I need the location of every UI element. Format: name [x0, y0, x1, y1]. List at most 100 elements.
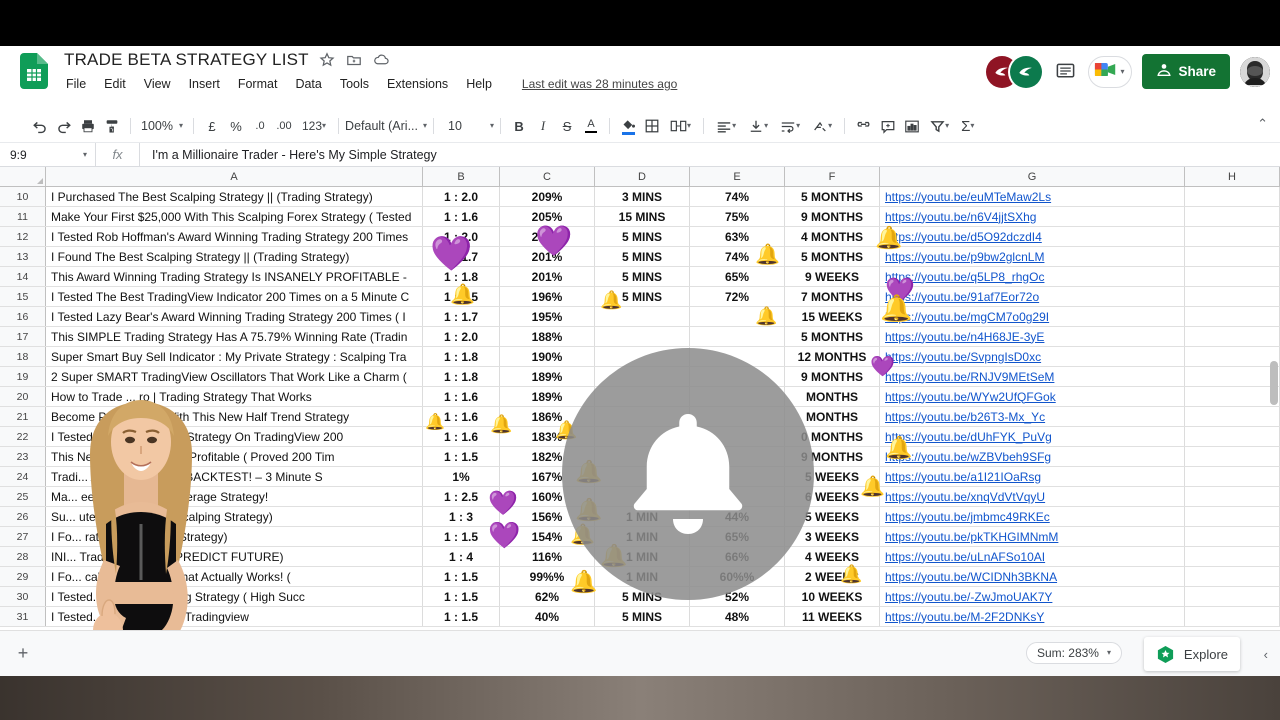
cell-g[interactable]: https://youtu.be/SvpngIsD0xc	[880, 347, 1185, 366]
cell-h[interactable]	[1185, 607, 1280, 626]
cell-f[interactable]: 5 MONTHS	[785, 187, 880, 206]
menu-data[interactable]: Data	[293, 76, 323, 92]
cell-b[interactable]: 1 : 2.0	[423, 227, 500, 246]
youtube-link[interactable]: https://youtu.be/p9bw2glcnLM	[885, 250, 1044, 264]
menu-view[interactable]: View	[142, 76, 173, 92]
paint-format-icon[interactable]	[100, 113, 124, 139]
chevron-down-icon[interactable]: ▾	[945, 122, 949, 130]
text-rotation-icon[interactable]: ▾	[806, 113, 838, 139]
cell-b[interactable]: 1 : 2.5	[423, 487, 500, 506]
row-header[interactable]: 15	[0, 287, 46, 306]
cell-h[interactable]	[1185, 327, 1280, 346]
cell-g[interactable]: https://youtu.be/mgCM7o0g29I	[880, 307, 1185, 326]
cell-a[interactable]: Super Smart Buy Sell Indicator : My Priv…	[46, 347, 423, 366]
row-header[interactable]: 29	[0, 567, 46, 586]
percent-format-button[interactable]: %	[224, 113, 248, 139]
redo-icon[interactable]	[52, 113, 76, 139]
cell-f[interactable]: 7 MONTHS	[785, 287, 880, 306]
cell-c[interactable]: 205%	[500, 207, 595, 226]
row-header[interactable]: 13	[0, 247, 46, 266]
cell-d[interactable]	[595, 327, 690, 346]
cell-c[interactable]: 40%	[500, 607, 595, 626]
cell-b[interactable]: 1 : 3	[423, 507, 500, 526]
profile-avatar[interactable]	[1240, 56, 1270, 87]
insert-link-icon[interactable]	[851, 113, 876, 139]
page-title[interactable]: TRADE BETA STRATEGY LIST	[64, 50, 309, 70]
column-header-f[interactable]: F	[785, 167, 880, 186]
cell-e[interactable]: 65%	[690, 267, 785, 286]
chevron-down-icon[interactable]: ▾	[490, 122, 494, 130]
cell-f[interactable]: 4 WEEKS	[785, 547, 880, 566]
print-icon[interactable]	[76, 113, 100, 139]
cell-g[interactable]: https://youtu.be/wZBVbeh9SFg	[880, 447, 1185, 466]
google-meet-button[interactable]: ▾	[1088, 55, 1133, 88]
youtube-link[interactable]: https://youtu.be/d5O92dczdI4	[885, 230, 1042, 244]
menu-format[interactable]: Format	[236, 76, 280, 92]
cell-g[interactable]: https://youtu.be/q5LP8_rhgOc	[880, 267, 1185, 286]
vertical-align-icon[interactable]: ▾	[742, 113, 774, 139]
cell-b[interactable]: 1 : 1.5	[423, 447, 500, 466]
cell-b[interactable]: 1 : 1.7	[423, 247, 500, 266]
table-row[interactable]: 16 I Tested Lazy Bear's Award Winning Tra…	[0, 307, 1280, 327]
youtube-link[interactable]: https://youtu.be/mgCM7o0g29I	[885, 310, 1049, 324]
bold-button[interactable]: B	[507, 113, 531, 139]
cell-g[interactable]: https://youtu.be/n4H68JE-3yE	[880, 327, 1185, 346]
row-header[interactable]: 27	[0, 527, 46, 546]
youtube-link[interactable]: https://youtu.be/xnqVdVtVqyU	[885, 490, 1045, 504]
row-header[interactable]: 28	[0, 547, 46, 566]
chevron-down-icon[interactable]: ▾	[423, 122, 427, 130]
cell-c[interactable]: 204%	[500, 227, 595, 246]
cell-a[interactable]: I Found The Best Scalping Strategy || (T…	[46, 247, 423, 266]
cell-a[interactable]: I Tested The Best TradingView Indicator …	[46, 287, 423, 306]
cell-b[interactable]: 1 : 1.7	[423, 307, 500, 326]
cell-h[interactable]	[1185, 427, 1280, 446]
cell-f[interactable]: 15 WEEKS	[785, 307, 880, 326]
cell-e[interactable]: 48%	[690, 607, 785, 626]
cell-f[interactable]: 5 MONTHS	[785, 247, 880, 266]
cell-f[interactable]: 12 MONTHS	[785, 347, 880, 366]
cell-h[interactable]	[1185, 447, 1280, 466]
cell-f[interactable]: 9 MONTHS	[785, 367, 880, 386]
cell-g[interactable]: https://youtu.be/RNJV9MEtSeM	[880, 367, 1185, 386]
cell-h[interactable]	[1185, 587, 1280, 606]
youtube-link[interactable]: https://youtu.be/n4H68JE-3yE	[885, 330, 1044, 344]
comment-icon[interactable]	[1052, 59, 1078, 85]
cell-h[interactable]	[1185, 407, 1280, 426]
select-all-corner[interactable]	[0, 167, 46, 186]
cell-e[interactable]: 74%	[690, 247, 785, 266]
youtube-link[interactable]: https://youtu.be/pkTKHGIMNmM	[885, 530, 1058, 544]
column-header-h[interactable]: H	[1185, 167, 1280, 186]
text-color-button[interactable]: A	[579, 113, 603, 139]
cell-g[interactable]: https://youtu.be/91af7Eor72o	[880, 287, 1185, 306]
cell-g[interactable]: https://youtu.be/b26T3-Mx_Yc	[880, 407, 1185, 426]
cell-a[interactable]: I Tested Lazy Bear's Award Winning Tradi…	[46, 307, 423, 326]
table-row[interactable]: 13 I Found The Best Scalping Strategy || …	[0, 247, 1280, 267]
menu-insert[interactable]: Insert	[187, 76, 222, 92]
name-box[interactable]: 9:9 ▾	[0, 143, 96, 166]
more-formats-button[interactable]: 123 ▾	[296, 113, 332, 139]
cell-h[interactable]	[1185, 207, 1280, 226]
cell-g[interactable]: https://youtu.be/WYw2UfQFGok	[880, 387, 1185, 406]
increase-decimal-button[interactable]: .00	[272, 113, 296, 139]
table-row[interactable]: 10 I Purchased The Best Scalping Strategy…	[0, 187, 1280, 207]
menu-help[interactable]: Help	[464, 76, 494, 92]
cell-f[interactable]: 9 MONTHS	[785, 207, 880, 226]
cell-f[interactable]: 10 WEEKS	[785, 587, 880, 606]
collapse-panel-icon[interactable]: ‹	[1264, 647, 1268, 662]
youtube-link[interactable]: https://youtu.be/M-2F2DNKsY	[885, 610, 1044, 624]
cell-e[interactable]	[690, 307, 785, 326]
cell-f[interactable]: MONTHS	[785, 387, 880, 406]
cell-e[interactable]	[690, 327, 785, 346]
row-header[interactable]: 19	[0, 367, 46, 386]
cell-b[interactable]: 1 : 1.8	[423, 367, 500, 386]
menu-extensions[interactable]: Extensions	[385, 76, 450, 92]
chevron-down-icon[interactable]: ▾	[1120, 67, 1124, 76]
cell-e[interactable]: 75%	[690, 207, 785, 226]
insert-chart-icon[interactable]	[900, 113, 924, 139]
collapse-toolbar-icon[interactable]: ⌃	[1257, 116, 1268, 132]
insert-comment-icon[interactable]	[876, 113, 900, 139]
cloud-saved-icon[interactable]	[373, 52, 390, 69]
undo-icon[interactable]	[28, 113, 52, 139]
collaborator-avatars[interactable]	[986, 55, 1043, 88]
cell-c[interactable]: 189%	[500, 387, 595, 406]
